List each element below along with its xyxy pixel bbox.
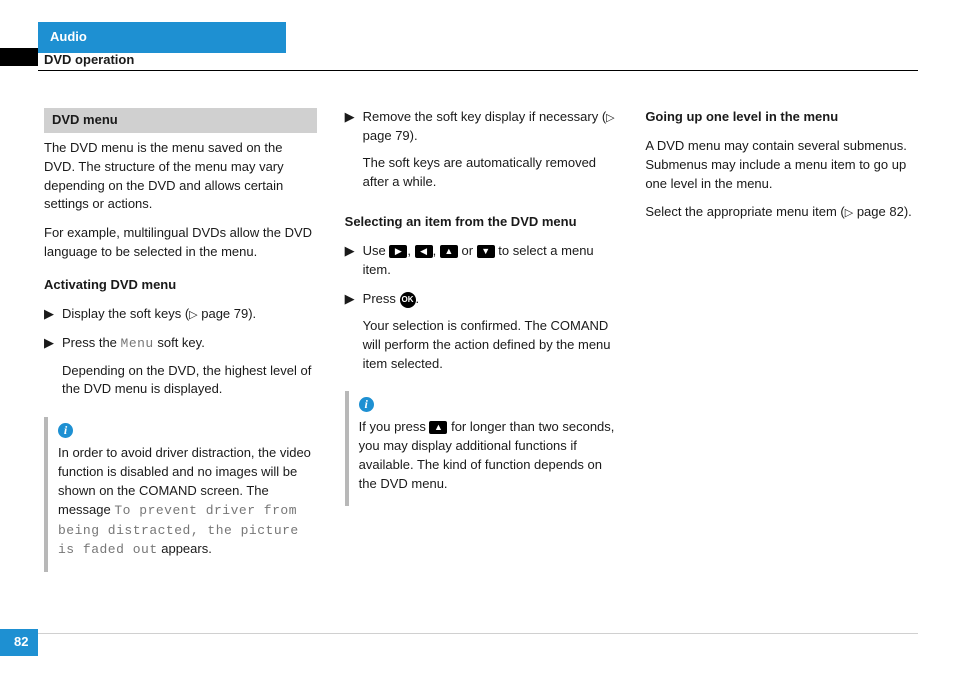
step-body: Use ▶, ◀, ▲ or ▼ to select a menu item. (363, 242, 618, 280)
body-text: For example, multilingual DVDs allow the… (44, 224, 317, 262)
info-note: i If you press ▲ for longer than two sec… (345, 391, 618, 505)
page-ref-icon: ▷ (606, 112, 614, 124)
step-marker-icon: ▶ (44, 334, 54, 408)
step: ▶ Press the Menu soft key. Depending on … (44, 334, 317, 408)
info-note: i In order to avoid driver distraction, … (44, 417, 317, 572)
step: ▶ Remove the soft key display if necessa… (345, 108, 618, 199)
ok-button-icon: OK (400, 292, 416, 308)
page-ref-icon: ▷ (845, 207, 853, 219)
heading-up-level: Going up one level in the menu (645, 108, 918, 127)
down-arrow-key-icon: ▼ (477, 245, 495, 258)
step-body: Remove the soft key display if necessary… (363, 108, 618, 199)
right-arrow-key-icon: ▶ (389, 245, 407, 258)
footer-rule (0, 633, 918, 634)
body-text: The DVD menu is the menu saved on the DV… (44, 139, 317, 214)
step-marker-icon: ▶ (345, 242, 355, 280)
up-arrow-key-icon: ▲ (429, 421, 447, 434)
body-text: Select the appropriate menu item (▷ page… (645, 203, 918, 222)
heading-activate: Activating DVD menu (44, 276, 317, 295)
step-marker-icon: ▶ (44, 305, 54, 324)
content-columns: DVD menu The DVD menu is the menu saved … (44, 108, 918, 614)
header-rule (38, 70, 918, 71)
step: ▶ Press OK. Your selection is confirmed.… (345, 290, 618, 381)
step-body: Display the soft keys (▷ page 79). (62, 305, 317, 324)
info-icon: i (359, 397, 374, 412)
step-marker-icon: ▶ (345, 108, 355, 199)
up-arrow-key-icon: ▲ (440, 245, 458, 258)
step-body: Press OK. Your selection is confirmed. T… (363, 290, 618, 381)
note-text: If you press ▲ for longer than two secon… (359, 418, 618, 493)
page-ref-icon: ▷ (189, 309, 197, 321)
left-arrow-key-icon: ◀ (415, 245, 433, 258)
step-body: Press the Menu soft key. Depending on th… (62, 334, 317, 408)
grey-heading: DVD menu (44, 108, 317, 133)
page-number: 82 (0, 629, 38, 656)
step: ▶ Use ▶, ◀, ▲ or ▼ to select a menu item… (345, 242, 618, 280)
info-icon: i (58, 423, 73, 438)
note-text: In order to avoid driver distraction, th… (58, 444, 317, 560)
thumb-index (0, 48, 38, 66)
step-marker-icon: ▶ (345, 290, 355, 381)
heading-select: Selecting an item from the DVD menu (345, 213, 618, 232)
step: ▶ Display the soft keys (▷ page 79). (44, 305, 317, 324)
body-text: A DVD menu may contain several submenus.… (645, 137, 918, 194)
